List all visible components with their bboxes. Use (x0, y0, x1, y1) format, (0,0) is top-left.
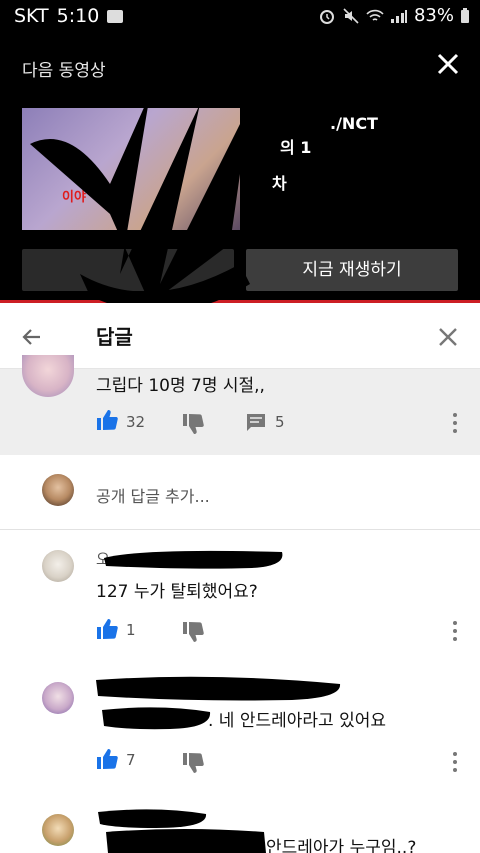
reply-text: 127 누가 탈퇴했어요? (96, 582, 258, 602)
avatar[interactable] (42, 550, 74, 582)
thumbs-down-icon[interactable] (182, 621, 204, 643)
comment-text: 그립다 10명 7명 시절,, (96, 376, 265, 396)
battery-percent: 83% (413, 5, 454, 26)
more-options-icon[interactable] (452, 752, 458, 772)
reply-text: 안드레아가 누구임..? (266, 838, 417, 853)
folder-icon (107, 9, 124, 23)
up-next-title: 다음 동영상 (22, 61, 106, 81)
thumbs-up-icon[interactable] (96, 409, 118, 431)
close-icon[interactable] (436, 325, 460, 349)
signal-icon (390, 9, 407, 23)
mute-icon (343, 7, 359, 24)
play-now-button[interactable]: 지금 재생하기 (246, 249, 458, 291)
more-options-icon[interactable] (452, 621, 458, 641)
avatar[interactable] (22, 355, 74, 397)
battery-icon (461, 7, 469, 23)
thumbnail-caption: 이야 (62, 190, 86, 205)
reply-icon[interactable] (246, 413, 266, 433)
next-video-info[interactable]: ./NCT 의 1 차 (248, 112, 468, 196)
video-channel-line: 차 (272, 174, 287, 193)
close-icon[interactable] (434, 50, 462, 78)
back-arrow-icon[interactable] (20, 325, 44, 349)
status-bar: SKT 5:10 83% (0, 0, 480, 34)
redaction-scribble (98, 809, 207, 828)
parent-comment: 그립다 10명 7명 시절,, 32 5 (0, 355, 480, 455)
up-next-overlay: 다음 동영상 이야 ./NCT 의 1 차 지금 재생하기 (0, 34, 480, 300)
redaction-scribble (106, 829, 266, 853)
video-title-line: ./NCT (330, 114, 378, 133)
reply-author: 오 (96, 550, 110, 568)
reply-count: 5 (275, 413, 285, 431)
redaction-scribble (104, 550, 283, 569)
video-thumbnail[interactable]: 이야 (22, 108, 240, 230)
like-count: 32 (126, 413, 146, 431)
alarm-icon (319, 9, 334, 24)
wifi-icon (366, 9, 384, 21)
like-count: 1 (126, 621, 136, 639)
redaction-scribble (96, 676, 341, 701)
thumbs-up-icon[interactable] (96, 748, 118, 770)
avatar[interactable] (42, 682, 74, 714)
thumbs-up-icon[interactable] (96, 618, 118, 640)
thumbs-down-icon[interactable] (182, 752, 204, 774)
thumbs-down-icon[interactable] (182, 413, 204, 435)
reply-text: . 네 안드레아라고 있어요 (208, 711, 387, 731)
avatar (42, 474, 74, 506)
video-title-line: 의 1 (280, 138, 312, 157)
redaction-scribble (102, 707, 211, 730)
page-title: 답글 (96, 325, 133, 349)
clock: 5:10 (56, 5, 100, 27)
more-options-icon[interactable] (452, 413, 458, 433)
reply-input[interactable]: 공개 답글 추가... (96, 483, 210, 507)
like-count: 7 (126, 751, 136, 769)
avatar[interactable] (42, 814, 74, 846)
add-reply-row[interactable]: 공개 답글 추가... (0, 455, 480, 530)
cancel-button[interactable] (22, 249, 234, 291)
carrier-label: SKT (14, 5, 49, 27)
